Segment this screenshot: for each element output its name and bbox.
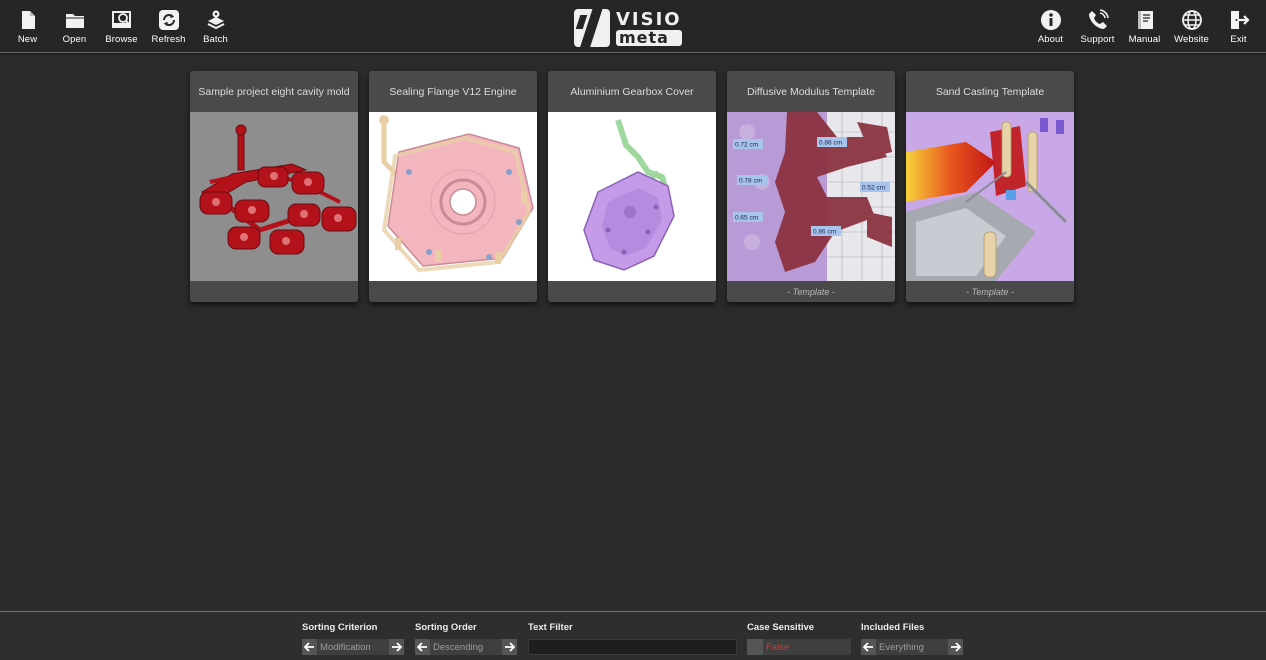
case-sensitive-checkbox[interactable]: [747, 639, 763, 655]
project-thumbnail-modulus: 0.72 cm 0.86 cm 0.78 cm 0.52 cm 0.65 cm …: [727, 112, 895, 281]
project-card-gearbox-cover[interactable]: Aluminium Gearbox Cover: [548, 71, 716, 302]
main-toolbar: New Open Browse Refresh Batch VISIO meta…: [0, 0, 1266, 55]
new-label: New: [17, 34, 38, 45]
sorting-order-prev-button[interactable]: [415, 639, 430, 655]
about-button[interactable]: About: [1027, 0, 1074, 50]
text-filter-label: Text Filter: [528, 622, 573, 633]
project-card-eight-cavity-mold[interactable]: Sample project eight cavity mold: [190, 71, 358, 302]
project-title: Aluminium Gearbox Cover: [548, 71, 716, 112]
about-label: About: [1037, 34, 1064, 45]
sorting-order-value: Descending: [430, 639, 502, 655]
modulus-label-1: 0.72 cm: [735, 142, 758, 149]
support-label: Support: [1080, 34, 1115, 45]
modulus-label-2: 0.86 cm: [819, 140, 842, 147]
sorting-criterion-prev-button[interactable]: [302, 639, 317, 655]
refresh-label: Refresh: [151, 34, 186, 45]
modulus-label-5: 0.65 cm: [735, 215, 758, 222]
sorting-criterion-label: Sorting Criterion: [302, 622, 378, 633]
toolbar-right-group: About Support Manual Website Exit: [1027, 0, 1262, 50]
case-sensitive-label: Case Sensitive: [747, 622, 815, 633]
book-icon: [1137, 11, 1153, 29]
project-card-diffusive-modulus-template[interactable]: Diffusive Modulus Template 0.72 cm 0.86 …: [727, 71, 895, 302]
website-label: Website: [1174, 34, 1209, 45]
text-filter-input[interactable]: [528, 639, 737, 655]
project-gallery: Sample project eight cavity mold Sealing…: [190, 71, 1074, 302]
new-button[interactable]: New: [4, 0, 51, 50]
project-footer: [190, 281, 358, 302]
project-thumbnail-sand-casting: [906, 112, 1074, 281]
included-files-control: Included Files Everything: [861, 622, 963, 655]
modulus-label-3: 0.78 cm: [739, 178, 762, 185]
project-footer: [369, 281, 537, 302]
arrow-right-icon: [505, 642, 515, 652]
project-title: Diffusive Modulus Template: [727, 71, 895, 112]
browse-label: Browse: [105, 34, 138, 45]
sorting-criterion-control: Sorting Criterion Modification: [302, 622, 404, 655]
project-thumbnail-red-mold: [190, 112, 358, 281]
arrow-left-icon: [417, 642, 427, 652]
batch-button[interactable]: Batch: [192, 0, 239, 50]
included-files-prev-button[interactable]: [861, 639, 876, 655]
modulus-label-4: 0.52 cm: [862, 185, 885, 192]
project-footer: - Template -: [966, 286, 1014, 297]
included-files-value: Everything: [876, 639, 948, 655]
arrow-right-icon: [951, 642, 961, 652]
exit-button[interactable]: Exit: [1215, 0, 1262, 50]
open-label: Open: [62, 34, 87, 45]
case-sensitive-value: False: [763, 639, 851, 655]
refresh-button[interactable]: Refresh: [145, 0, 192, 50]
info-icon: [1040, 10, 1061, 30]
text-filter-control: Text Filter: [528, 622, 737, 655]
project-title: Sample project eight cavity mold: [190, 71, 358, 112]
sorting-criterion-next-button[interactable]: [389, 639, 404, 655]
exit-label: Exit: [1230, 34, 1247, 45]
new-file-icon: [21, 11, 35, 29]
visio-meta-logo: VISIO meta: [574, 8, 692, 48]
sorting-order-label: Sorting Order: [415, 622, 477, 633]
logo-line-1: VISIO: [616, 8, 682, 30]
project-footer: [548, 281, 716, 302]
folder-open-icon: [65, 14, 84, 28]
browse-button[interactable]: Browse: [98, 0, 145, 50]
support-button[interactable]: Support: [1074, 0, 1121, 50]
logo-mark: [574, 9, 610, 47]
browse-icon: [111, 11, 131, 28]
manual-label: Manual: [1128, 34, 1161, 45]
project-footer: - Template -: [787, 286, 835, 297]
exit-icon: [1230, 11, 1250, 29]
batch-icon: [207, 10, 224, 30]
arrow-left-icon: [304, 642, 314, 652]
included-files-label: Included Files: [861, 622, 925, 633]
filter-bar: Sorting Criterion Modification Sorting O…: [0, 611, 1266, 660]
batch-label: Batch: [203, 34, 228, 45]
project-title: Sand Casting Template: [906, 71, 1074, 112]
logo-line-2: meta: [616, 29, 682, 46]
project-thumbnail-sealing-flange: [369, 112, 537, 281]
refresh-icon: [158, 10, 179, 30]
project-card-sand-casting-template[interactable]: Sand Casting Template - Template -: [906, 71, 1074, 302]
arrow-right-icon: [392, 642, 402, 652]
project-title: Sealing Flange V12 Engine: [369, 71, 537, 112]
sorting-criterion-value: Modification: [317, 639, 389, 655]
logo-wordmark: VISIO meta: [616, 8, 682, 46]
modulus-label-6: 0.86 cm: [813, 229, 836, 236]
included-files-next-button[interactable]: [948, 639, 963, 655]
case-sensitive-control: Case Sensitive False: [747, 622, 851, 655]
sorting-order-next-button[interactable]: [502, 639, 517, 655]
arrow-left-icon: [863, 642, 873, 652]
manual-button[interactable]: Manual: [1121, 0, 1168, 50]
globe-icon: [1181, 10, 1202, 30]
sorting-order-control: Sorting Order Descending: [415, 622, 517, 655]
website-button[interactable]: Website: [1168, 0, 1215, 50]
open-button[interactable]: Open: [51, 0, 98, 50]
project-card-sealing-flange[interactable]: Sealing Flange V12 Engine: [369, 71, 537, 302]
project-thumbnail-gearbox-cover: [548, 112, 716, 281]
phone-icon: [1088, 9, 1109, 29]
toolbar-left-group: New Open Browse Refresh Batch: [4, 0, 239, 50]
